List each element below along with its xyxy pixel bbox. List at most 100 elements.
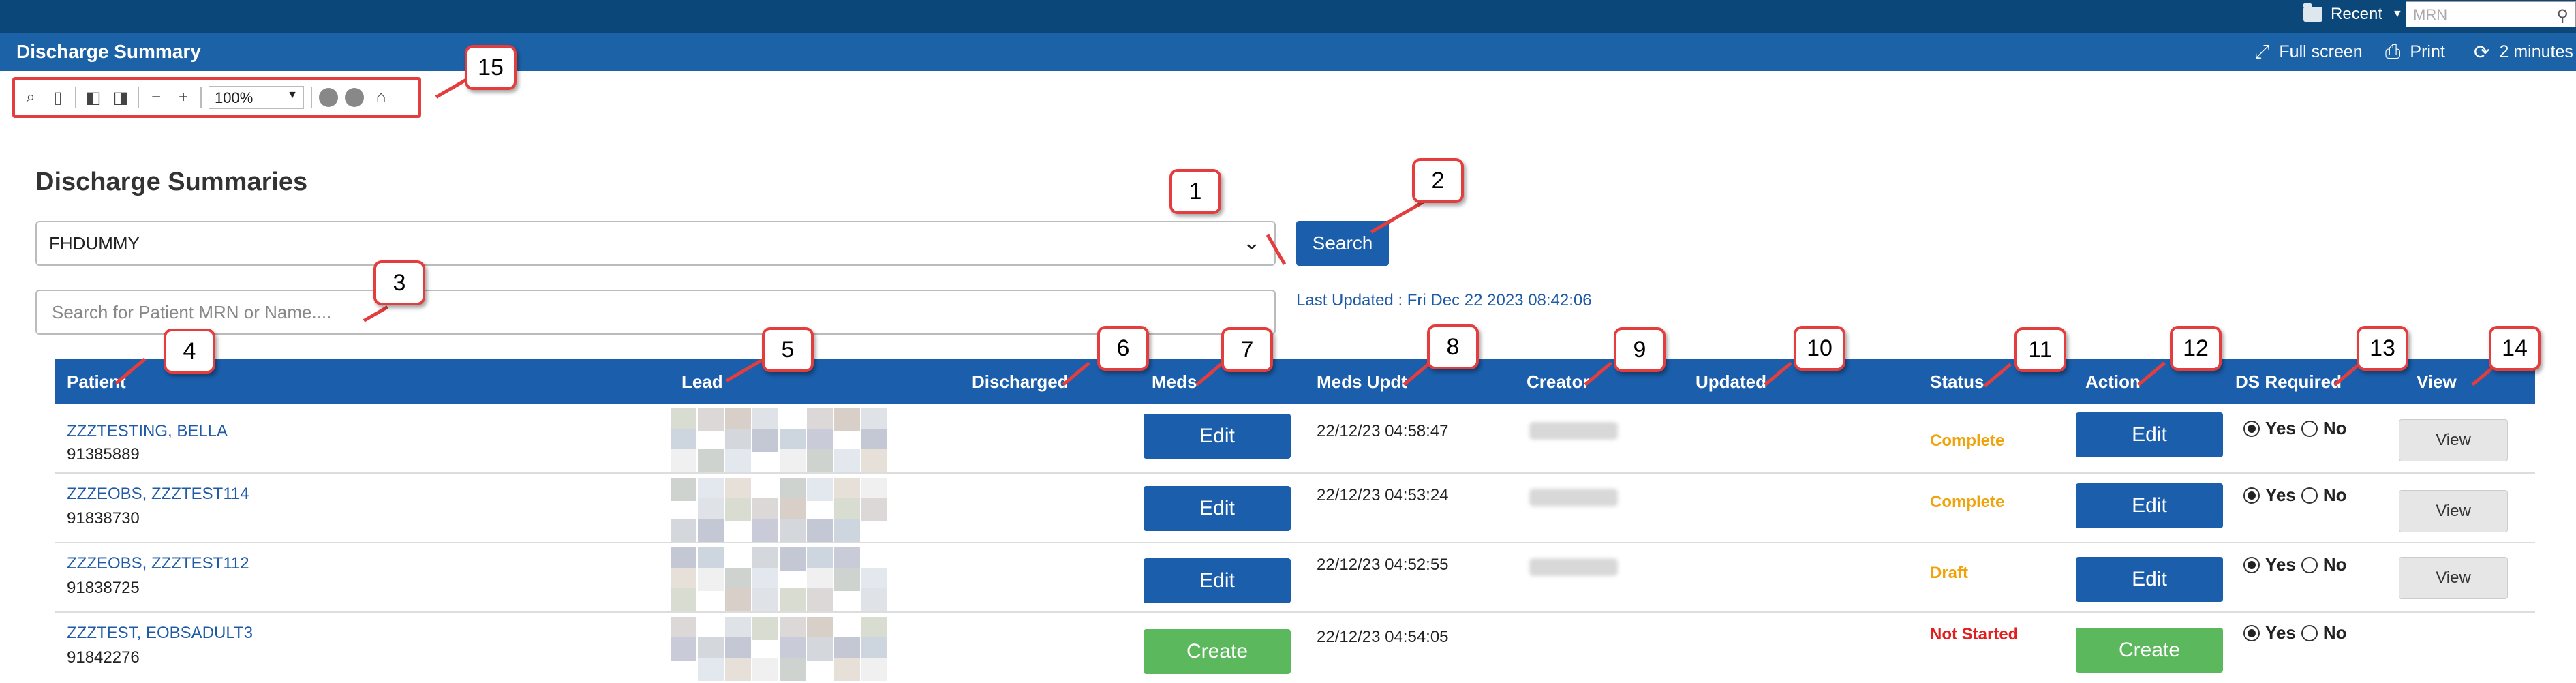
table-row: ZZZEOBS, ZZZTEST114 91838730 Edit 22/12/… [55, 474, 2535, 543]
patient-name-link[interactable]: ZZZEOBS, ZZZTEST112 [67, 554, 249, 573]
view-button[interactable]: View [2399, 419, 2508, 461]
zoom-value: 100% [215, 89, 254, 106]
refresh-interval[interactable]: ⟳ 2 minutes [2474, 41, 2573, 63]
mrn-placeholder: MRN [2413, 6, 2448, 23]
patient-name-link[interactable]: ZZZTEST, EOBSADULT3 [67, 624, 253, 643]
action-edit-button[interactable]: Edit [2076, 483, 2223, 528]
previous-page-icon[interactable]: ◧ [83, 87, 104, 108]
meds-edit-button[interactable]: Edit [1144, 414, 1291, 459]
lead-redacted [671, 408, 943, 472]
redaction-pixel [807, 408, 833, 431]
discharge-table: Patient Lead Discharged Meds Meds Updt C… [55, 359, 2535, 682]
binoculars-icon[interactable]: ⌕ [20, 87, 41, 108]
meds-updated-time: 22/12/23 04:52:55 [1317, 556, 1449, 574]
meds-edit-button[interactable]: Edit [1144, 486, 1291, 531]
view-button[interactable]: View [2399, 557, 2508, 599]
header-view[interactable]: View [2417, 371, 2457, 393]
action-create-button[interactable]: Create [2076, 628, 2223, 673]
redaction-pixel [698, 478, 724, 501]
meds-edit-button[interactable]: Edit [1144, 558, 1291, 603]
redaction-pixel [807, 568, 833, 591]
toolbar-divider [200, 87, 202, 108]
callout-badge: 4 [164, 329, 215, 374]
header-creator[interactable]: Creator [1527, 371, 1589, 393]
zoom-out-icon[interactable]: − [146, 87, 166, 108]
toolbar-divider [75, 87, 76, 108]
top-bar: Recent ▼ MRN ⚲ [0, 0, 2576, 33]
view-button[interactable]: View [2399, 490, 2508, 532]
patient-search-input[interactable]: Search for Patient MRN or Name.... [35, 290, 1276, 335]
search-icon[interactable]: ⚲ [2556, 6, 2569, 26]
header-status[interactable]: Status [1930, 371, 1984, 393]
forward-icon[interactable] [345, 88, 364, 107]
redaction-pixel [780, 547, 806, 571]
creator-redacted [1529, 489, 1618, 506]
header-action[interactable]: Action [2085, 371, 2141, 393]
next-page-icon[interactable]: ◨ [110, 87, 131, 108]
meds-create-button[interactable]: Create [1144, 629, 1291, 674]
redaction-pixel [834, 449, 860, 472]
patient-name-link[interactable]: ZZZTESTING, BELLA [67, 422, 228, 441]
printer-icon: ⎙ [2385, 41, 2401, 62]
redaction-pixel [725, 429, 751, 452]
meds-updated-time: 22/12/23 04:53:24 [1317, 486, 1449, 504]
redaction-pixel [698, 498, 724, 521]
ward-select[interactable]: FHDUMMY ⌄ [35, 221, 1276, 266]
header-meds[interactable]: Meds [1152, 371, 1197, 393]
back-icon[interactable] [319, 88, 338, 107]
callout-badge: 13 [2357, 326, 2408, 371]
ds-yes-radio[interactable] [2243, 420, 2260, 437]
redaction-pixel [752, 547, 778, 571]
caret-down-icon: ▼ [2392, 8, 2403, 20]
page-icon[interactable]: ▯ [48, 87, 68, 108]
patient-mrn: 91385889 [67, 445, 140, 464]
redaction-pixel [861, 429, 887, 452]
print-button[interactable]: ⎙ Print [2385, 41, 2445, 63]
redaction-pixel [725, 498, 751, 521]
header-ds-required[interactable]: DS Required [2235, 371, 2342, 393]
recent-menu[interactable]: Recent ▼ [2303, 0, 2403, 29]
redaction-pixel [780, 449, 806, 472]
patient-name-link[interactable]: ZZZEOBS, ZZZTEST114 [67, 485, 249, 504]
callout-badge: 12 [2170, 326, 2222, 371]
redaction-pixel [752, 568, 778, 591]
table-row: ZZZTEST, EOBSADULT3 91842276 Create 22/1… [55, 613, 2535, 682]
lead-redacted [671, 547, 943, 611]
ds-yes-radio[interactable] [2243, 624, 2260, 641]
fullscreen-button[interactable]: ⤢ Full screen [2254, 41, 2363, 63]
redaction-pixel [861, 588, 887, 611]
action-edit-button[interactable]: Edit [2076, 412, 2223, 457]
table-row: ZZZTESTING, BELLA 91385889 Edit 22/12/23… [55, 404, 2535, 474]
zoom-select[interactable]: 100% ▼ [209, 86, 304, 109]
header-lead[interactable]: Lead [681, 371, 723, 393]
mrn-search-input[interactable]: MRN ⚲ [2406, 1, 2576, 27]
toolbar-divider [311, 87, 312, 108]
redaction-pixel [834, 478, 860, 501]
ds-no-label: No [2322, 485, 2347, 505]
redaction-pixel [725, 408, 751, 431]
header-meds-updt[interactable]: Meds Updt [1317, 371, 1407, 393]
ds-no-radio[interactable] [2301, 556, 2318, 573]
redaction-pixel [671, 519, 696, 542]
redaction-pixel [861, 637, 887, 661]
action-edit-button[interactable]: Edit [2076, 557, 2223, 602]
redaction-pixel [807, 429, 833, 452]
zoom-in-icon[interactable]: + [173, 87, 194, 108]
ds-yes-radio[interactable] [2243, 556, 2260, 573]
header-updated[interactable]: Updated [1696, 371, 1766, 393]
redaction-pixel [807, 617, 833, 640]
ds-no-radio[interactable] [2301, 487, 2318, 504]
home-icon[interactable]: ⌂ [371, 87, 391, 108]
ds-no-radio[interactable] [2301, 624, 2318, 641]
redaction-pixel [698, 408, 724, 431]
expand-icon: ⤢ [2254, 41, 2270, 62]
redaction-pixel [671, 568, 696, 591]
toolbar-divider [138, 87, 139, 108]
header-discharged[interactable]: Discharged [972, 371, 1069, 393]
ds-no-radio[interactable] [2301, 420, 2318, 437]
callout-pointer [1370, 200, 1426, 234]
redaction-pixel [725, 617, 751, 640]
creator-redacted [1529, 422, 1618, 440]
redaction-pixel [698, 637, 724, 661]
ds-yes-radio[interactable] [2243, 487, 2260, 504]
